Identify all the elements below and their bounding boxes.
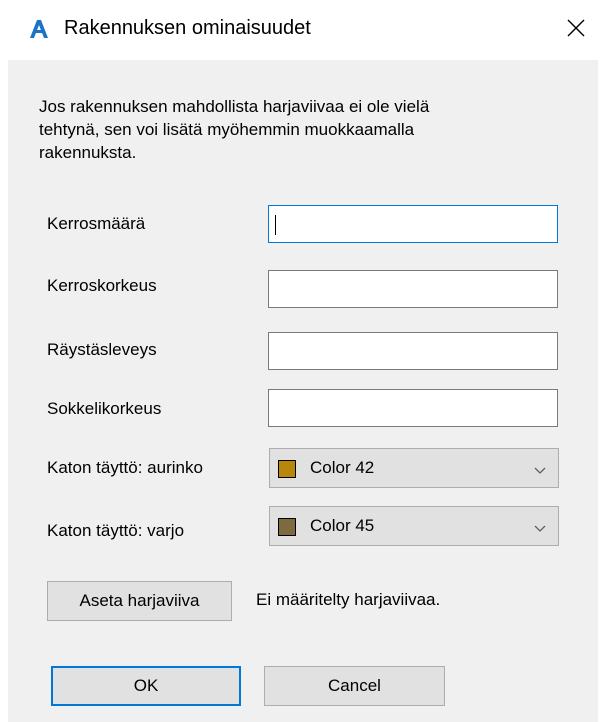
- floor-height-label: Kerroskorkeus: [47, 276, 157, 295]
- floor-count-label: Kerrosmäärä: [47, 214, 146, 233]
- ridge-line-status: Ei määritelty harjaviivaa.: [256, 590, 441, 609]
- autocad-a-icon: [28, 18, 50, 40]
- window-title: Rakennuksen ominaisuudet: [64, 17, 311, 39]
- eave-width-label: Räystäsleveys: [47, 340, 157, 359]
- roof-fill-sun-label: Katon täyttö: aurinko: [47, 458, 203, 477]
- color-swatch: [278, 518, 296, 536]
- plinth-height-label: Sokkelikorkeus: [47, 399, 162, 418]
- description-line: rakennuksta.: [39, 143, 137, 162]
- close-button[interactable]: [546, 0, 606, 60]
- roof-fill-shade-label: Katon täyttö: varjo: [47, 521, 185, 540]
- chevron-down-icon: [534, 521, 546, 532]
- cancel-button[interactable]: Cancel: [264, 666, 445, 706]
- plinth-height-input[interactable]: [268, 389, 558, 427]
- floor-height-input[interactable]: [268, 270, 558, 308]
- eave-width-input[interactable]: [268, 332, 558, 370]
- title-bar[interactable]: Rakennuksen ominaisuudet: [0, 0, 606, 60]
- dialog-window: Rakennuksen ominaisuudet Jos rakennuksen…: [0, 0, 606, 722]
- color-swatch: [278, 460, 296, 478]
- roof-fill-sun-value: Color 42: [310, 458, 375, 477]
- description-text: Jos rakennuksen mahdollista harjaviivaa …: [39, 95, 539, 164]
- roof-fill-sun-select[interactable]: Color 42: [269, 448, 559, 488]
- close-icon: [567, 19, 585, 42]
- description-line: Jos rakennuksen mahdollista harjaviivaa …: [39, 97, 430, 116]
- ok-button[interactable]: OK: [51, 666, 241, 706]
- text-caret: [275, 215, 276, 235]
- floor-count-input[interactable]: [268, 205, 558, 243]
- roof-fill-shade-value: Color 45: [310, 516, 375, 535]
- description-line: tehtynä, sen voi lisätä myöhemmin muokka…: [39, 120, 415, 139]
- chevron-down-icon: [534, 463, 546, 474]
- set-ridge-line-button[interactable]: Aseta harjaviiva: [47, 581, 232, 621]
- roof-fill-shade-select[interactable]: Color 45: [269, 506, 559, 546]
